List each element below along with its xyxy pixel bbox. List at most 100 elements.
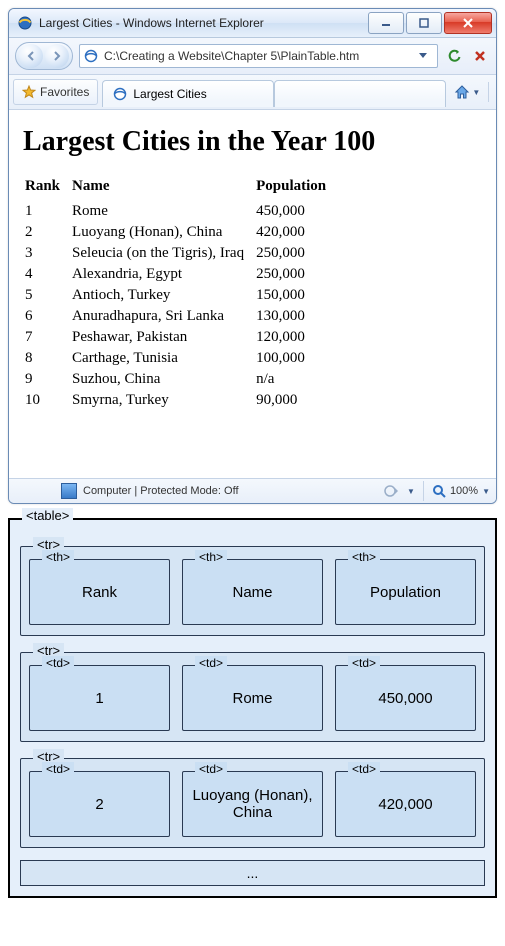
diagram-cell-text: Name — [232, 584, 272, 601]
table-row: 4Alexandria, Egypt250,000 — [23, 264, 336, 285]
zoom-control[interactable]: 100% ▼ — [432, 484, 490, 498]
address-dropdown-icon[interactable] — [413, 46, 433, 66]
diagram-ellipsis: ... — [20, 860, 485, 886]
diagram-cell-text: Luoyang (Honan), China — [187, 787, 318, 821]
diagram-th-label: <th> — [195, 550, 227, 564]
diagram-th-label: <th> — [42, 550, 74, 564]
back-button[interactable] — [19, 44, 43, 68]
chevron-down-icon[interactable]: ▼ — [407, 487, 415, 496]
diagram-cell-text: Rome — [232, 690, 272, 707]
diagram-td-cell: <td>Rome — [182, 665, 323, 731]
page-favicon-icon — [84, 49, 98, 63]
cities-table: Rank Name Population 1Rome450,0002Luoyan… — [23, 176, 336, 411]
table-row: 8Carthage, Tunisia100,000 — [23, 348, 336, 369]
tab-active[interactable]: Largest Cities — [102, 80, 274, 107]
zoom-level: 100% — [450, 485, 478, 497]
table-row: 6Anuradhapura, Sri Lanka130,000 — [23, 306, 336, 327]
diagram-header-row: <tr> <th>Rank<th>Name<th>Population — [20, 546, 485, 636]
security-zone-icon — [61, 483, 77, 499]
diagram-td-cell: <td>420,000 — [335, 771, 476, 837]
cell-population: n/a — [254, 369, 336, 390]
tab-strip: Largest Cities — [102, 77, 446, 107]
stop-button[interactable] — [470, 46, 490, 66]
table-row: 10Smyrna, Turkey90,000 — [23, 390, 336, 411]
window-title: Largest Cities - Windows Internet Explor… — [39, 16, 366, 30]
diagram-td-label: <td> — [195, 762, 227, 776]
new-tab-button[interactable] — [274, 80, 446, 107]
refresh-button[interactable] — [444, 46, 464, 66]
cell-name: Suzhou, China — [70, 369, 254, 390]
diagram-th-cell: <th>Rank — [29, 559, 170, 625]
cell-rank: 1 — [23, 201, 70, 222]
diagram-table-label: <table> — [22, 508, 73, 523]
cell-name: Smyrna, Turkey — [70, 390, 254, 411]
cell-rank: 10 — [23, 390, 70, 411]
status-bar: Computer | Protected Mode: Off ▼ 100% — [9, 478, 496, 503]
cell-population: 90,000 — [254, 390, 336, 411]
window-controls — [366, 12, 492, 34]
cell-rank: 3 — [23, 243, 70, 264]
table-row: 5Antioch, Turkey150,000 — [23, 285, 336, 306]
diagram-td-cell: <td>2 — [29, 771, 170, 837]
table-row: 1Rome450,000 — [23, 201, 336, 222]
table-row: 7Peshawar, Pakistan120,000 — [23, 327, 336, 348]
minimize-button[interactable] — [368, 12, 404, 34]
diagram-td-label: <td> — [42, 656, 74, 670]
cell-name: Antioch, Turkey — [70, 285, 254, 306]
diagram-cell-text: 1 — [95, 690, 103, 707]
cell-name: Carthage, Tunisia — [70, 348, 254, 369]
page-viewport: Largest Cities in the Year 100 Rank Name… — [9, 110, 496, 478]
diagram-th-label: <th> — [348, 550, 380, 564]
diagram-td-label: <td> — [195, 656, 227, 670]
cell-population: 100,000 — [254, 348, 336, 369]
diagram-cell-text: 2 — [95, 796, 103, 813]
star-icon — [22, 85, 36, 99]
cell-name: Anuradhapura, Sri Lanka — [70, 306, 254, 327]
ie-window: Largest Cities - Windows Internet Explor… — [8, 8, 497, 504]
cell-rank: 9 — [23, 369, 70, 390]
diagram-data-row: <tr><td>2<td>Luoyang (Honan), China<td>4… — [20, 758, 485, 848]
diagram-td-cell: <td>Luoyang (Honan), China — [182, 771, 323, 837]
page-heading: Largest Cities in the Year 100 — [23, 126, 482, 158]
cell-population: 420,000 — [254, 222, 336, 243]
print-button[interactable]: ▼ — [493, 80, 497, 104]
table-row: 9Suzhou, Chinan/a — [23, 369, 336, 390]
cell-rank: 5 — [23, 285, 70, 306]
maximize-button[interactable] — [406, 12, 442, 34]
diagram-th-cell: <th>Population — [335, 559, 476, 625]
tab-favicon-icon — [113, 87, 127, 101]
diagram-td-label: <td> — [348, 762, 380, 776]
tab-title: Largest Cities — [133, 87, 206, 101]
ie-app-icon — [17, 15, 33, 31]
table-header-row: Rank Name Population — [23, 176, 336, 201]
magnifier-icon — [432, 484, 446, 498]
home-icon — [454, 85, 470, 99]
home-button[interactable]: ▼ — [450, 80, 484, 104]
cell-rank: 4 — [23, 264, 70, 285]
cell-rank: 6 — [23, 306, 70, 327]
cell-population: 250,000 — [254, 264, 336, 285]
address-input[interactable] — [102, 48, 409, 64]
cell-rank: 8 — [23, 348, 70, 369]
chevron-down-icon: ▼ — [472, 88, 480, 97]
close-button[interactable] — [444, 12, 492, 34]
status-dropdown-icon[interactable] — [383, 484, 401, 498]
statusbar-divider — [423, 481, 424, 501]
diagram-cell-text: Population — [370, 584, 441, 601]
cell-name: Luoyang (Honan), China — [70, 222, 254, 243]
chevron-down-icon: ▼ — [482, 487, 490, 496]
cell-name: Alexandria, Egypt — [70, 264, 254, 285]
cell-name: Seleucia (on the Tigris), Iraq — [70, 243, 254, 264]
cell-name: Peshawar, Pakistan — [70, 327, 254, 348]
address-bar[interactable] — [79, 44, 438, 68]
cell-population: 130,000 — [254, 306, 336, 327]
forward-button[interactable] — [45, 44, 69, 68]
cell-population: 150,000 — [254, 285, 336, 306]
favorites-button[interactable]: Favorites — [13, 79, 98, 105]
diagram-th-cell: <th>Name — [182, 559, 323, 625]
titlebar: Largest Cities - Windows Internet Explor… — [9, 9, 496, 38]
cell-rank: 2 — [23, 222, 70, 243]
cell-population: 250,000 — [254, 243, 336, 264]
toolbar-divider — [488, 82, 489, 102]
diagram-cell-text: 420,000 — [378, 796, 432, 813]
